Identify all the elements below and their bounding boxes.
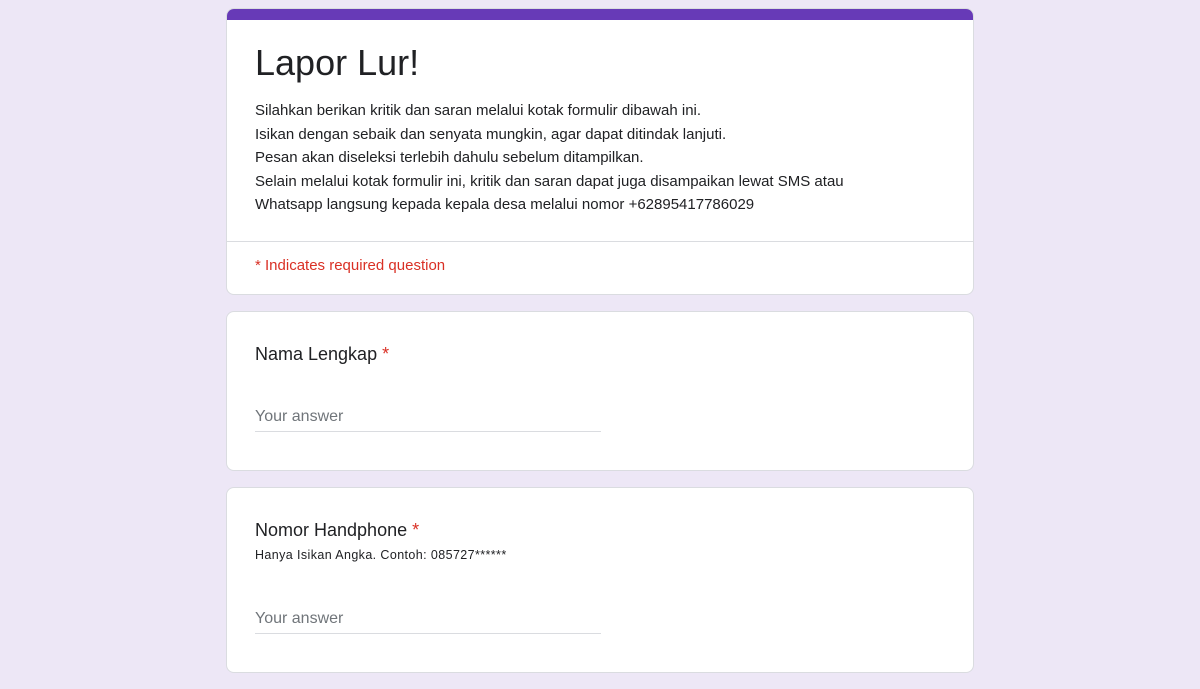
question-card-nama-lengkap: Nama Lengkap * (226, 310, 974, 471)
question-title-text: Nomor Handphone (255, 519, 408, 540)
form-description: Silahkan berikan kritik dan saran melalu… (255, 99, 945, 217)
nama-lengkap-input[interactable] (255, 403, 601, 432)
form-header-card: Lapor Lur! Silahkan berikan kritik dan s… (226, 8, 974, 295)
form-container: Lapor Lur! Silahkan berikan kritik dan s… (226, 8, 974, 689)
description-line: Silahkan berikan kritik dan saran melalu… (255, 102, 702, 119)
form-header-content: Lapor Lur! Silahkan berikan kritik dan s… (227, 19, 973, 241)
question-title-text: Nama Lengkap (255, 343, 378, 364)
form-title: Lapor Lur! (255, 42, 420, 83)
question-title: Nomor Handphone * (255, 518, 945, 542)
question-help-text: Hanya Isikan Angka. Contoh: 085727****** (255, 547, 507, 562)
required-question-note: * Indicates required question (255, 256, 446, 274)
theme-accent-bar (227, 9, 973, 20)
question-card-nomor-handphone: Nomor Handphone * Hanya Isikan Angka. Co… (226, 486, 974, 673)
nomor-handphone-input[interactable] (255, 605, 601, 634)
description-line: Isikan dengan sebaik dan senyata mungkin… (255, 125, 727, 143)
required-asterisk: * (382, 343, 390, 364)
description-line: Pesan akan diseleksi terlebih dahulu seb… (255, 149, 644, 166)
required-asterisk: * (412, 519, 420, 540)
description-line: Whatsapp langsung kepada kepala desa mel… (255, 196, 755, 213)
question-title: Nama Lengkap * (255, 342, 945, 366)
description-line: Selain melalui kotak formulir ini, kriti… (255, 172, 844, 190)
